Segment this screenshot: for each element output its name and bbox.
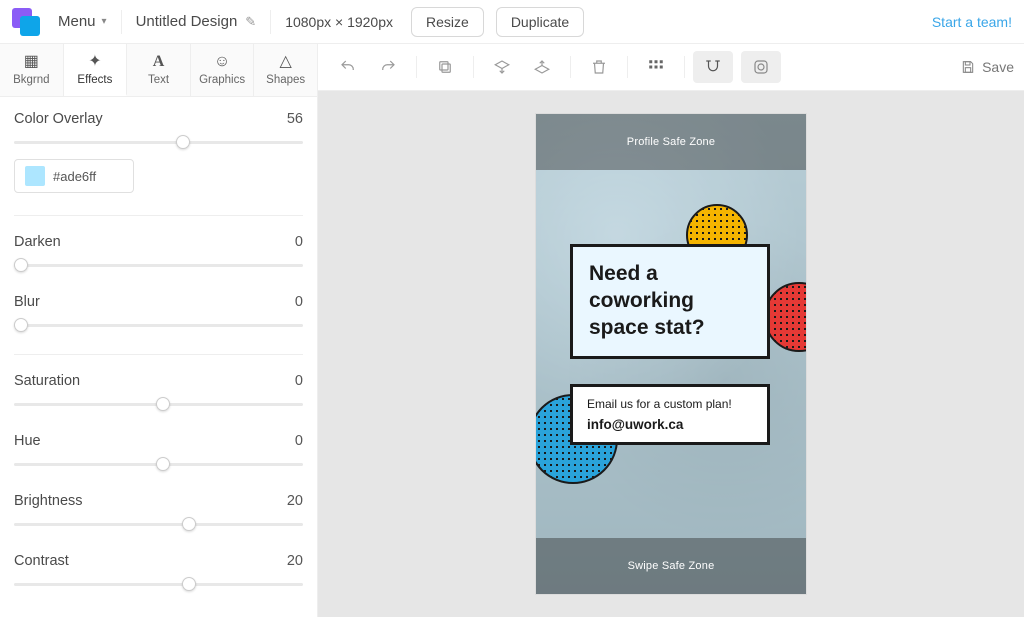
color-swatch bbox=[25, 166, 45, 186]
control-value: 56 bbox=[287, 111, 303, 127]
control-label: Darken bbox=[14, 234, 61, 250]
separator bbox=[627, 56, 628, 78]
control-value: 0 bbox=[295, 433, 303, 449]
tab-effects[interactable]: ✦ Effects bbox=[64, 44, 128, 96]
canvas-stage[interactable]: Need a coworking space stat? Email us fo… bbox=[318, 91, 1024, 617]
tab-label: Bkgrnd bbox=[13, 74, 49, 86]
control-value: 20 bbox=[287, 493, 303, 509]
redo-button[interactable] bbox=[368, 51, 408, 83]
image-icon: ▦ bbox=[24, 54, 39, 70]
swipe-safe-zone: Swipe Safe Zone bbox=[536, 538, 806, 594]
app-logo bbox=[12, 8, 40, 36]
safezone-label: Profile Safe Zone bbox=[627, 136, 715, 148]
save-label: Save bbox=[982, 59, 1014, 75]
sidebar-tabs: ▦ Bkgrnd ✦ Effects A Text ☺ Graphics △ S… bbox=[0, 44, 317, 97]
cta-text: Email us for a custom plan! bbox=[587, 397, 753, 411]
menu-label: Menu bbox=[58, 13, 96, 30]
control-label: Blur bbox=[14, 294, 40, 310]
layer-up-button[interactable] bbox=[522, 51, 562, 83]
start-team-link[interactable]: Start a team! bbox=[932, 14, 1012, 30]
safezone-toggle[interactable] bbox=[741, 51, 781, 83]
duplicate-button[interactable]: Duplicate bbox=[496, 7, 584, 37]
control-contrast: Contrast 20 bbox=[14, 553, 303, 591]
control-label: Color Overlay bbox=[14, 111, 103, 127]
contrast-slider[interactable] bbox=[14, 577, 303, 591]
delete-button[interactable] bbox=[579, 51, 619, 83]
snap-button[interactable] bbox=[693, 51, 733, 83]
wand-icon: ✦ bbox=[88, 54, 101, 70]
menu-dropdown[interactable]: Menu ▾ bbox=[58, 13, 107, 30]
main-area: ▦ Bkgrnd ✦ Effects A Text ☺ Graphics △ S… bbox=[0, 44, 1024, 617]
tab-shapes[interactable]: △ Shapes bbox=[254, 44, 317, 96]
safezone-label: Swipe Safe Zone bbox=[628, 560, 715, 572]
caret-down-icon: ▾ bbox=[102, 16, 107, 27]
saturation-slider[interactable] bbox=[14, 397, 303, 411]
title-text: Untitled Design bbox=[136, 13, 238, 30]
control-blur: Blur 0 bbox=[14, 294, 303, 332]
canvas-toolbar: Save bbox=[318, 44, 1024, 91]
text-icon: A bbox=[153, 54, 165, 70]
tab-bkgrnd[interactable]: ▦ Bkgrnd bbox=[0, 44, 64, 96]
control-brightness: Brightness 20 bbox=[14, 493, 303, 531]
tab-label: Graphics bbox=[199, 74, 245, 86]
save-button[interactable]: Save bbox=[960, 59, 1014, 75]
divider bbox=[14, 215, 303, 216]
control-label: Contrast bbox=[14, 553, 69, 569]
tab-text[interactable]: A Text bbox=[127, 44, 191, 96]
copy-button[interactable] bbox=[425, 51, 465, 83]
control-hue: Hue 0 bbox=[14, 433, 303, 471]
headline-text: Need a coworking space stat? bbox=[589, 261, 751, 342]
undo-button[interactable] bbox=[328, 51, 368, 83]
color-overlay-slider[interactable] bbox=[14, 135, 303, 149]
effects-panel: Color Overlay 56 #ade6ff Darken 0 bbox=[0, 97, 317, 617]
separator bbox=[416, 56, 417, 78]
grid-button[interactable] bbox=[636, 51, 676, 83]
tab-graphics[interactable]: ☺ Graphics bbox=[191, 44, 255, 96]
layer-down-button[interactable] bbox=[482, 51, 522, 83]
hue-slider[interactable] bbox=[14, 457, 303, 471]
separator bbox=[684, 56, 685, 78]
control-value: 20 bbox=[287, 553, 303, 569]
brightness-slider[interactable] bbox=[14, 517, 303, 531]
tab-label: Shapes bbox=[266, 74, 305, 86]
control-label: Hue bbox=[14, 433, 41, 449]
color-hex: #ade6ff bbox=[53, 169, 96, 184]
divider bbox=[14, 354, 303, 355]
separator bbox=[121, 10, 122, 34]
cta-card[interactable]: Email us for a custom plan! info@uwork.c… bbox=[570, 384, 770, 445]
artboard[interactable]: Need a coworking space stat? Email us fo… bbox=[536, 114, 806, 594]
tab-label: Effects bbox=[77, 74, 112, 86]
blur-slider[interactable] bbox=[14, 318, 303, 332]
control-label: Saturation bbox=[14, 373, 80, 389]
control-value: 0 bbox=[295, 373, 303, 389]
design-title[interactable]: Untitled Design ✎ bbox=[136, 13, 257, 30]
smiley-icon: ☺ bbox=[214, 54, 230, 70]
darken-slider[interactable] bbox=[14, 258, 303, 272]
resize-button[interactable]: Resize bbox=[411, 7, 484, 37]
separator bbox=[473, 56, 474, 78]
control-label: Brightness bbox=[14, 493, 83, 509]
sidebar: ▦ Bkgrnd ✦ Effects A Text ☺ Graphics △ S… bbox=[0, 44, 318, 617]
profile-safe-zone: Profile Safe Zone bbox=[536, 114, 806, 170]
control-value: 0 bbox=[295, 234, 303, 250]
separator bbox=[570, 56, 571, 78]
pencil-icon: ✎ bbox=[245, 14, 256, 30]
top-bar: Menu ▾ Untitled Design ✎ 1080px × 1920px… bbox=[0, 0, 1024, 44]
control-value: 0 bbox=[295, 294, 303, 310]
triangle-icon: △ bbox=[280, 54, 292, 70]
canvas-dimensions: 1080px × 1920px bbox=[285, 14, 393, 30]
control-color-overlay: Color Overlay 56 #ade6ff bbox=[14, 111, 303, 193]
canvas-area: Save Need a coworking space stat? Email … bbox=[318, 44, 1024, 617]
color-swatch-input[interactable]: #ade6ff bbox=[14, 159, 134, 193]
cta-email: info@uwork.ca bbox=[587, 417, 753, 432]
separator bbox=[270, 10, 271, 34]
headline-card[interactable]: Need a coworking space stat? bbox=[570, 244, 770, 359]
control-darken: Darken 0 bbox=[14, 234, 303, 272]
tab-label: Text bbox=[148, 74, 169, 86]
control-saturation: Saturation 0 bbox=[14, 373, 303, 411]
